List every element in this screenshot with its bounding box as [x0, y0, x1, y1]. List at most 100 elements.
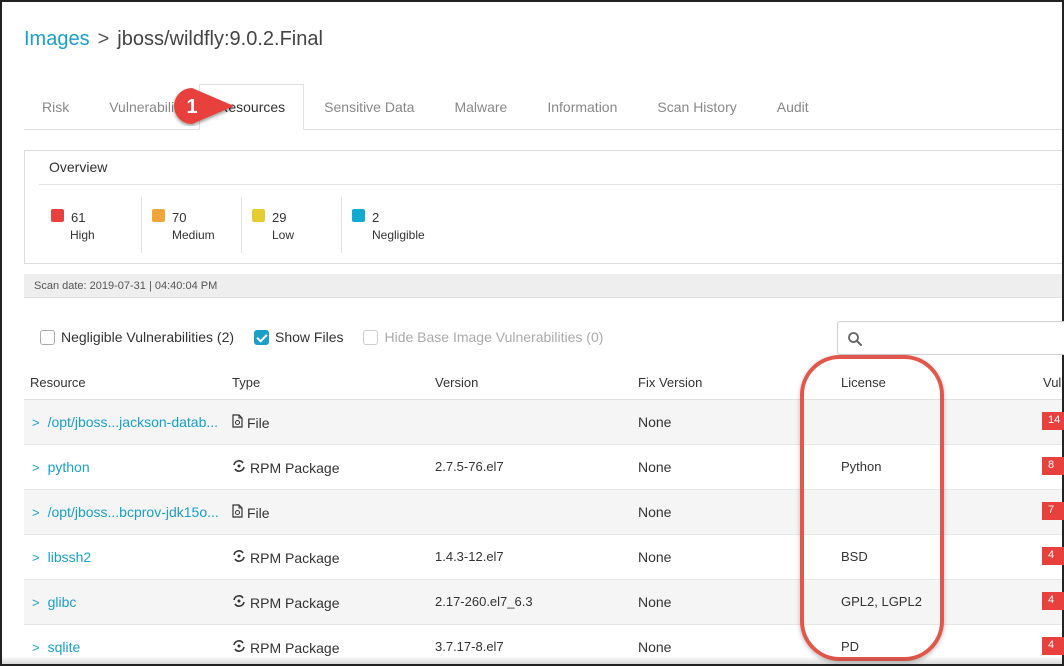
medium-count: 70 — [172, 210, 187, 225]
severity-high[interactable]: 61 High — [41, 197, 141, 253]
resource-name[interactable]: /opt/jboss...jackson-datab... — [48, 414, 218, 430]
step-number: 1 — [186, 96, 197, 118]
chevron-right-icon[interactable]: > — [32, 640, 40, 655]
checkbox-box[interactable] — [40, 329, 55, 345]
tab-malware[interactable]: Malware — [434, 84, 527, 129]
severity-medium[interactable]: 70 Medium — [142, 197, 242, 253]
package-icon — [232, 639, 246, 656]
breadcrumb-images-link[interactable]: Images — [24, 28, 90, 51]
package-icon — [232, 594, 246, 611]
page-title: jboss/wildfly:9.0.2.Final — [117, 28, 323, 50]
version-cell: 3.7.17-8.el7 — [435, 639, 504, 654]
tab-risk[interactable]: Risk — [24, 84, 89, 129]
chevron-right-icon[interactable]: > — [32, 505, 40, 520]
negligible-count: 2 — [372, 210, 380, 225]
version-cell: 2.17-260.el7_6.3 — [435, 594, 533, 609]
vulnerability-count-badge: 4 — [1042, 637, 1064, 655]
resource-name[interactable]: /opt/jboss...bcprov-jdk15o... — [48, 504, 219, 520]
step-callout: 1 — [172, 86, 236, 126]
high-label: High — [70, 228, 95, 242]
chevron-right-icon[interactable]: > — [32, 415, 40, 430]
type-cell: File — [232, 504, 270, 521]
resource-name[interactable]: libssh2 — [48, 549, 92, 565]
resource-name[interactable]: sqlite — [48, 639, 81, 655]
breadcrumb-separator: > — [97, 28, 110, 50]
type-label: File — [247, 504, 270, 521]
hide-base-image-checkbox[interactable]: Hide Base Image Vulnerabilities (0) — [363, 329, 603, 345]
checkbox-box[interactable] — [363, 329, 379, 345]
type-cell: RPM Package — [232, 594, 339, 611]
tab-scan-history[interactable]: Scan History — [637, 84, 756, 129]
version-cell: 2.7.5-76.el7 — [435, 459, 504, 474]
vulnerability-count-badge: 4 — [1042, 547, 1064, 565]
type-cell: File — [232, 414, 270, 431]
severity-negligible[interactable]: 2 Negligible — [342, 197, 442, 253]
type-label: RPM Package — [250, 549, 340, 566]
chevron-right-icon[interactable]: > — [32, 460, 40, 475]
fix-version-cell: None — [638, 594, 672, 610]
fix-version-cell: None — [638, 504, 672, 520]
tab-sensitive-data[interactable]: Sensitive Data — [304, 84, 434, 129]
chevron-right-icon[interactable]: > — [32, 595, 40, 610]
filter-bar: Negligible Vulnerabilities (2) Show File… — [40, 329, 623, 345]
tab-information[interactable]: Information — [527, 84, 637, 129]
column-header-type[interactable]: Type — [232, 375, 260, 390]
file-icon — [232, 414, 243, 431]
show-files-checkbox[interactable]: Show Files — [254, 329, 343, 345]
chevron-right-icon[interactable]: > — [32, 550, 40, 565]
overview-divider — [39, 184, 1062, 185]
resource-link[interactable]: > sqlite — [32, 639, 80, 655]
checkbox-label: Show Files — [275, 329, 344, 345]
low-label: Low — [272, 228, 295, 242]
vulnerability-count-badge: 14 — [1042, 412, 1064, 430]
tab-audit[interactable]: Audit — [757, 84, 829, 129]
negligible-vulnerabilities-checkbox[interactable]: Negligible Vulnerabilities (2) — [40, 329, 234, 345]
column-header-fix-version[interactable]: Fix Version — [638, 375, 702, 390]
resource-name[interactable]: glibc — [48, 594, 77, 610]
resource-link[interactable]: > /opt/jboss...jackson-datab... — [32, 414, 218, 430]
column-header-vulnerabilities[interactable]: Vul — [1043, 375, 1061, 390]
file-icon — [232, 504, 243, 521]
resource-link[interactable]: > glibc — [32, 594, 76, 610]
type-label: RPM Package — [250, 639, 340, 656]
type-label: RPM Package — [250, 594, 340, 611]
low-color-swatch — [252, 209, 265, 222]
negligible-label: Negligible — [372, 228, 425, 242]
vulnerability-count-badge: 4 — [1042, 592, 1064, 610]
resource-link[interactable]: > python — [32, 459, 90, 475]
overview-panel: Overview 61 High 70 Medium 29 Low 2 Negl… — [24, 150, 1062, 264]
scan-date: Scan date: 2019-07-31 | 04:40:04 PM — [24, 274, 1062, 298]
type-cell: RPM Package — [232, 639, 339, 656]
high-count: 61 — [71, 210, 86, 225]
column-header-resource[interactable]: Resource — [30, 375, 86, 390]
low-count: 29 — [272, 210, 287, 225]
checkbox-label: Hide Base Image Vulnerabilities (0) — [384, 329, 604, 345]
type-label: RPM Package — [250, 459, 340, 476]
negligible-color-swatch — [352, 209, 365, 222]
medium-label: Medium — [172, 228, 215, 242]
resource-link[interactable]: > libssh2 — [32, 549, 91, 565]
vulnerability-count-badge: 8 — [1042, 457, 1064, 475]
resource-link[interactable]: > /opt/jboss...bcprov-jdk15o... — [32, 504, 219, 520]
severity-low[interactable]: 29 Low — [242, 197, 342, 253]
search-input[interactable] — [837, 321, 1064, 355]
fix-version-cell: None — [638, 549, 672, 565]
fix-version-cell: None — [638, 639, 672, 655]
license-highlight-annotation — [800, 355, 944, 661]
vulnerability-count-badge: 7 — [1042, 502, 1064, 520]
fix-version-cell: None — [638, 414, 672, 430]
resource-name[interactable]: python — [48, 459, 90, 475]
checkbox-label: Negligible Vulnerabilities (2) — [61, 329, 235, 345]
type-label: File — [247, 414, 270, 431]
package-icon — [232, 459, 246, 476]
column-header-version[interactable]: Version — [435, 375, 478, 390]
bottom-edge-shadow — [2, 656, 1062, 664]
medium-color-swatch — [152, 209, 165, 222]
version-cell: 1.4.3-12.el7 — [435, 549, 504, 564]
overview-title: Overview — [49, 159, 108, 175]
checkbox-box[interactable] — [254, 329, 270, 345]
type-cell: RPM Package — [232, 549, 339, 566]
fix-version-cell: None — [638, 459, 672, 475]
breadcrumb: Images > jboss/wildfly:9.0.2.Final — [24, 28, 323, 51]
package-icon — [232, 549, 246, 566]
